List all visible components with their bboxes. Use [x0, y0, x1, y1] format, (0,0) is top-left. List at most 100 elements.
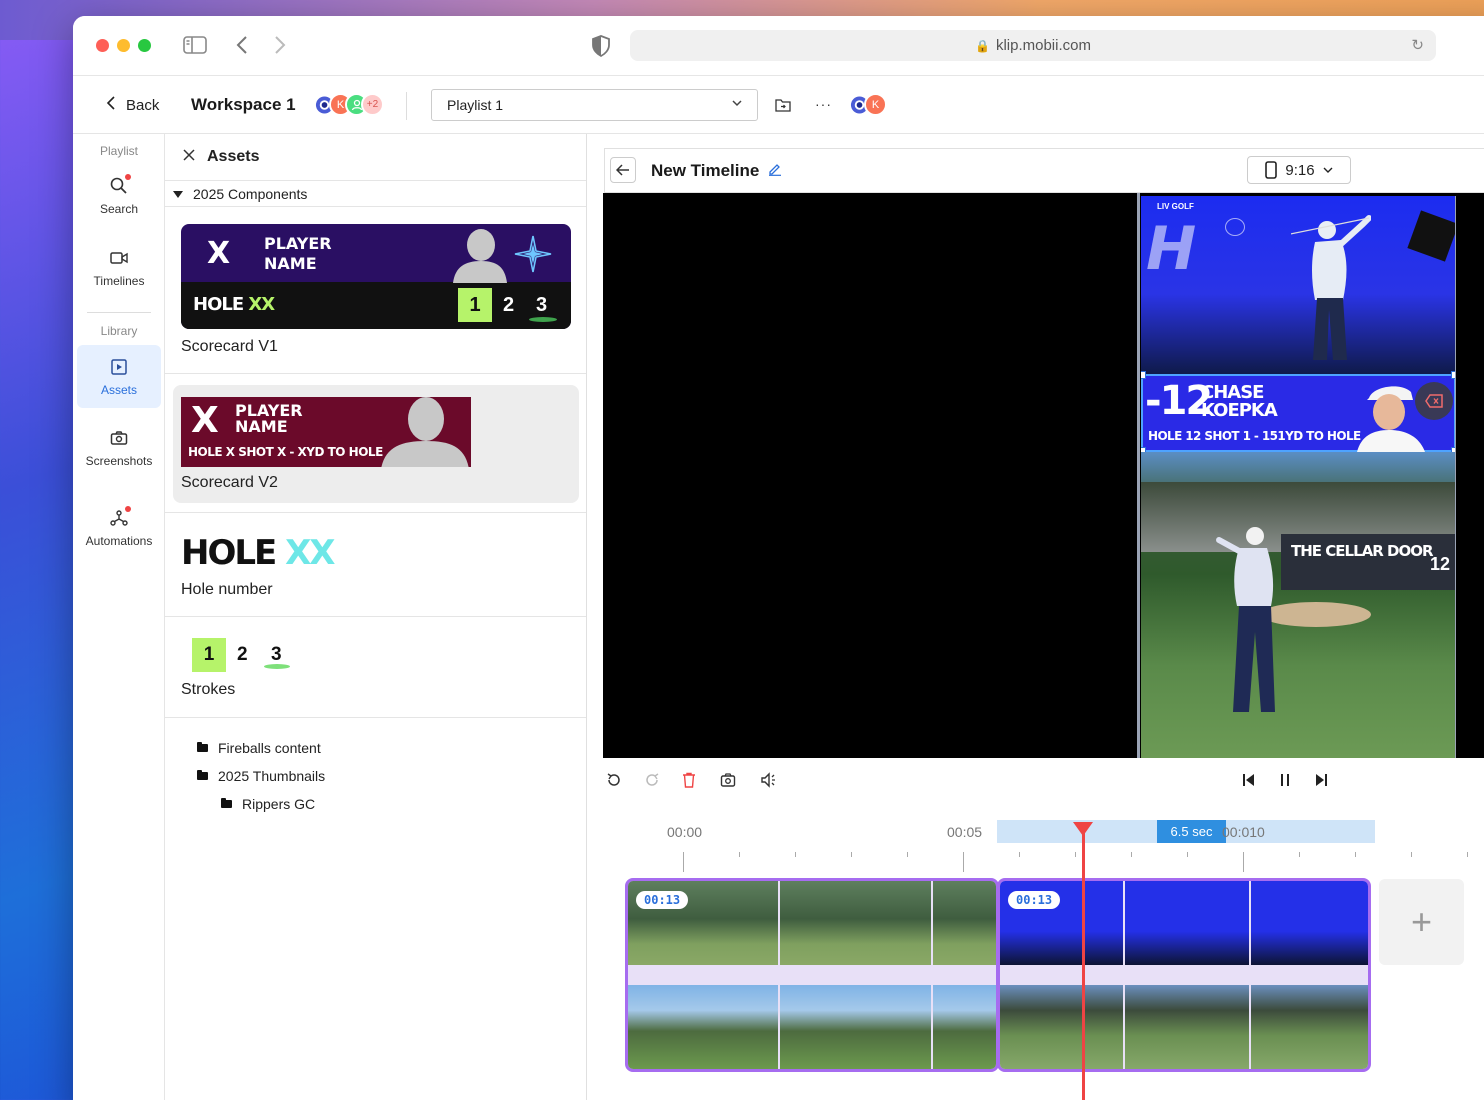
redo-icon[interactable] — [644, 772, 660, 792]
graphic-text: 3 — [271, 644, 282, 665]
timeline-editor: New Timeline 9:16 LIV GOLF H -12 CHASE K… — [587, 134, 1484, 1100]
graphic-text: NAME — [264, 254, 317, 273]
graphic-text: CHASE KOEPKA — [1201, 384, 1278, 420]
graphic-text: X — [207, 236, 231, 271]
caret-down-icon — [173, 186, 183, 202]
folder-fireballs[interactable]: Fireballs content — [197, 740, 321, 756]
camera-icon[interactable] — [720, 772, 736, 792]
undo-icon[interactable] — [606, 772, 622, 792]
minimize-window-button[interactable] — [117, 39, 130, 52]
hole-number-thumbnail: HOLE XX — [181, 533, 336, 573]
browser-window: 🔒 klip.mobii.com ↻ Back Workspace 1 K +2… — [73, 16, 1484, 1100]
sidebar-toggle-icon[interactable] — [183, 36, 207, 54]
asset-card-scorecard-v2[interactable]: X PLAYER NAME HOLE X SHOT X - XYD TO HOL… — [165, 374, 586, 513]
pause-icon[interactable] — [1278, 773, 1292, 791]
graphic-text: HOLE XX — [193, 294, 275, 315]
asset-group-toggle[interactable]: 2025 Components — [165, 181, 586, 207]
more-members-badge[interactable]: +2 — [361, 93, 384, 116]
playlist-members[interactable]: K — [848, 93, 887, 116]
back-button[interactable]: Back — [106, 96, 159, 114]
video-preview[interactable]: LIV GOLF H -12 CHASE KOEPKA HOLE 12 SHOT… — [603, 193, 1484, 758]
clip-thumbnail — [628, 985, 779, 1069]
timeline-clip[interactable]: 00:13 — [625, 878, 999, 1072]
folder-move-icon[interactable] — [775, 98, 791, 112]
workspace-title: Workspace 1 — [191, 95, 296, 114]
backspace-icon — [1425, 394, 1443, 408]
timeline-clip[interactable]: 00:13 — [997, 878, 1371, 1072]
aspect-ratio-dropdown[interactable]: 9:16 — [1247, 156, 1351, 184]
graphic-text: HOLE — [181, 533, 277, 573]
clip-duration-badge: 00:13 — [1008, 891, 1061, 909]
clip-thumbnail — [1125, 881, 1249, 965]
close-window-button[interactable] — [96, 39, 109, 52]
golfer-silhouette — [1291, 215, 1371, 360]
playback-controls — [604, 770, 1484, 800]
graphic-text: 2 — [237, 644, 248, 665]
timeline-title-text: New Timeline — [651, 161, 760, 180]
playlist-dropdown[interactable]: Playlist 1 — [431, 89, 758, 121]
more-options-icon[interactable]: ··· — [815, 96, 832, 112]
forward-nav-icon[interactable] — [273, 35, 287, 55]
reload-icon[interactable]: ↻ — [1411, 36, 1424, 54]
graphic-text: LIV GOLF — [1157, 202, 1194, 211]
left-sidebar: Playlist Search Timelines Library Assets — [73, 134, 165, 1100]
edit-pencil-icon[interactable] — [768, 161, 782, 180]
scorecard-v1-thumbnail: X PLAYER NAME HOLE XX 1 2 3 — [181, 224, 571, 329]
vertical-video-frame[interactable]: LIV GOLF H -12 CHASE KOEPKA HOLE 12 SHOT… — [1141, 196, 1456, 758]
editor-back-button[interactable] — [610, 157, 636, 183]
asset-card-label: Hole number — [181, 581, 273, 598]
asset-card-strokes[interactable]: 1 2 3 Strokes — [165, 617, 586, 718]
player-silhouette-icon — [381, 397, 469, 467]
phone-icon — [1265, 161, 1278, 179]
clip-thumbnail — [780, 881, 931, 965]
trash-icon[interactable] — [682, 772, 696, 792]
workspace-members[interactable]: K +2 — [313, 93, 384, 116]
folder-label: Fireballs content — [218, 740, 321, 756]
time-label: 00:010 — [1222, 824, 1265, 840]
graphic-text: 1 — [192, 638, 226, 672]
volume-icon[interactable] — [760, 772, 778, 792]
sidebar-item-search[interactable]: Search — [77, 174, 161, 216]
remove-overlay-button[interactable] — [1415, 382, 1453, 420]
graphic-text: PLAYER NAME — [264, 234, 332, 274]
folder-2025-thumbnails[interactable]: 2025 Thumbnails — [197, 768, 325, 784]
skip-forward-icon[interactable] — [1314, 773, 1328, 791]
sidebar-item-automations[interactable]: Automations — [77, 506, 161, 548]
resize-handle[interactable] — [1141, 371, 1146, 379]
notification-dot — [125, 506, 131, 512]
address-bar[interactable]: 🔒 klip.mobii.com ↻ — [630, 30, 1436, 61]
skip-back-icon[interactable] — [1242, 773, 1256, 791]
arrow-left-icon — [616, 164, 629, 176]
graphic-text: PLAYER — [264, 234, 332, 253]
sidebar-item-label: Search — [99, 202, 139, 216]
green-underline — [529, 317, 557, 322]
zoom-window-button[interactable] — [138, 39, 151, 52]
asset-card-scorecard-v1[interactable]: X PLAYER NAME HOLE XX 1 2 3 Scorecard V1 — [165, 207, 586, 374]
selection-duration-badge: 6.5 sec — [1157, 820, 1226, 843]
folder-rippers-gc[interactable]: Rippers GC — [221, 796, 315, 812]
player-overlay-lower-third[interactable]: -12 CHASE KOEPKA HOLE 12 SHOT 1 - 151YD … — [1141, 371, 1456, 455]
back-nav-icon[interactable] — [235, 35, 249, 55]
editor-header: New Timeline 9:16 — [604, 148, 1484, 193]
add-clip-button[interactable]: + — [1379, 879, 1464, 965]
ruler-tick — [1187, 852, 1188, 857]
sidebar-item-screenshots[interactable]: Screenshots — [77, 428, 161, 468]
graphic-text: HOLE X SHOT X - XYD TO HOLE — [188, 445, 383, 459]
scorecard-v2-thumbnail: X PLAYER NAME HOLE X SHOT X - XYD TO HOL… — [181, 397, 471, 467]
asset-group-label: 2025 Components — [193, 185, 308, 202]
h-watermark: H — [1146, 214, 1197, 284]
ruler-tick — [851, 852, 852, 857]
playhead[interactable] — [1073, 822, 1093, 1100]
divider — [87, 312, 151, 313]
shield-icon[interactable] — [592, 35, 610, 57]
sidebar-item-timelines[interactable]: Timelines — [77, 248, 161, 288]
asset-card-hole-number[interactable]: HOLE XX Hole number — [165, 513, 586, 617]
close-icon[interactable] — [183, 148, 195, 166]
avatar[interactable]: K — [864, 93, 887, 116]
graphic-text: HOLE 12 SHOT 1 - 151YD TO HOLE — [1148, 429, 1361, 443]
timeline-ruler[interactable]: 6.5 sec 00:00 00:05 00:010 — [604, 804, 1484, 872]
app-header: Back Workspace 1 K +2 Playlist 1 ··· K — [73, 76, 1484, 134]
clip-thumbnail — [1250, 985, 1368, 1069]
sidebar-item-assets[interactable]: Assets — [77, 345, 161, 408]
chevron-down-icon — [1323, 167, 1333, 173]
